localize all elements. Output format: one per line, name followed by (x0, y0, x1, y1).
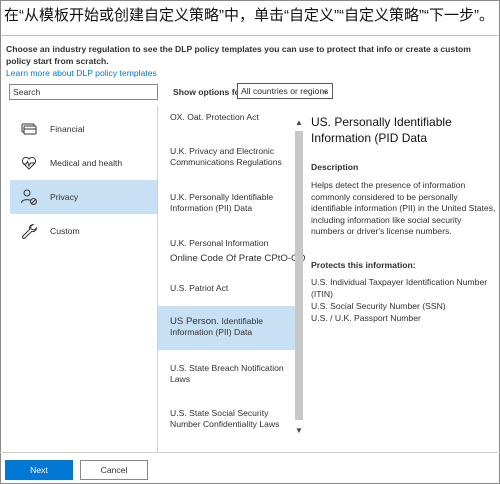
scroll-down-icon[interactable]: ▼ (294, 426, 304, 436)
template-scrollbar[interactable]: ▲ ▼ (294, 118, 304, 436)
caption-divider (2, 35, 498, 36)
template-label-part1: US Person. (170, 316, 220, 327)
template-label-line2: Information (PII) Data (170, 203, 253, 213)
page-description: Choose an industry regulation to see the… (6, 44, 471, 66)
category-label: Medical and health (50, 158, 123, 168)
description-heading: Description (311, 162, 359, 172)
filter-label: Show options for (173, 87, 244, 97)
category-label: Privacy (50, 192, 79, 202)
category-item-medical[interactable]: Medical and health (10, 146, 157, 180)
template-item[interactable]: U.S. State Social Security Number Confid… (158, 408, 295, 430)
protects-heading: Protects this information: (311, 259, 416, 270)
person-shield-icon (21, 189, 37, 205)
category-item-financial[interactable]: Financial (10, 112, 157, 146)
protects-item: U.S. Social Security Number (SSN) (311, 300, 446, 311)
template-label-line1: U.S. State Social Security (170, 408, 269, 418)
category-item-custom[interactable]: Custom (10, 214, 157, 248)
detail-title: US. Personally Identifiable Information … (311, 115, 452, 145)
protects-item: U.S. / U.K. Passport Number (311, 312, 421, 323)
heart-pulse-icon (21, 156, 37, 170)
category-list: Financial Medical and health Privacy Cus… (10, 112, 157, 452)
template-label-line1: U.K. Personal Information (170, 238, 269, 248)
next-button[interactable]: Next (5, 460, 73, 480)
description-text: Helps detect the presence of information… (311, 180, 496, 236)
template-label-line2: Information (PII) Data (170, 327, 253, 337)
template-label-line1: U.S. State Breach Notification (170, 363, 284, 373)
template-item[interactable]: OX. Oat. Protection Act (158, 112, 295, 123)
credit-card-icon (21, 123, 37, 135)
template-item[interactable]: U.S. Patriot Act (158, 283, 295, 294)
template-item[interactable]: U.K. Personal Information Online Code Of… (158, 238, 306, 264)
category-label: Custom (50, 226, 80, 236)
category-label: Financial (50, 124, 85, 134)
wrench-icon (22, 223, 38, 239)
template-detail-pane: US. Personally Identifiable Information … (311, 114, 497, 324)
search-input[interactable]: Search (9, 84, 158, 100)
template-item[interactable]: U.S. State Breach Notification Laws (158, 363, 295, 385)
footer-divider (0, 452, 500, 453)
template-label: OX. Oat. Protection Act (170, 112, 259, 122)
template-label-part2: Identifiable (221, 316, 264, 326)
template-list: OX. Oat. Protection Act U.K. Privacy and… (158, 106, 306, 440)
template-label-line2: Communications Regulations (170, 157, 282, 167)
protects-list: U.S. Individual Taxpayer Identification … (311, 276, 497, 324)
category-item-privacy[interactable]: Privacy (10, 180, 157, 214)
template-label-line1: U.K. Personally Identifiable (170, 192, 274, 202)
template-label: U.S. Patriot Act (170, 283, 229, 293)
template-item[interactable]: U.K. Privacy and Electronic Communicatio… (158, 146, 295, 168)
chevron-down-icon: ⌄ (321, 85, 329, 95)
template-label-line1: U.K. Privacy and Electronic (170, 146, 275, 156)
learn-more-link[interactable]: Learn more about DLP policy templates (6, 68, 157, 78)
instruction-caption: 在“从模板开始或创建自定义策略”中，单击“自定义”“自定义策略”“下一步”。 (4, 7, 494, 24)
cancel-button[interactable]: Cancel (80, 460, 148, 480)
template-label-line2: Online Code Of Prate CPtO-CO (170, 253, 306, 264)
region-dropdown[interactable]: All countries or regions ⌄ (237, 83, 333, 99)
template-item-selected[interactable]: US Person. Identifiable Information (PII… (158, 306, 295, 350)
protects-item: U.S. Individual Taxpayer Identification … (311, 276, 488, 299)
region-dropdown-value: All countries or regions (241, 86, 329, 96)
template-label-line2: Number Confidentiality Laws (170, 419, 280, 429)
template-item[interactable]: U.K. Personally Identifiable Information… (158, 192, 295, 214)
template-label-line2: Laws (170, 374, 191, 384)
scroll-up-icon[interactable]: ▲ (294, 118, 304, 128)
scroll-thumb[interactable] (295, 131, 303, 420)
